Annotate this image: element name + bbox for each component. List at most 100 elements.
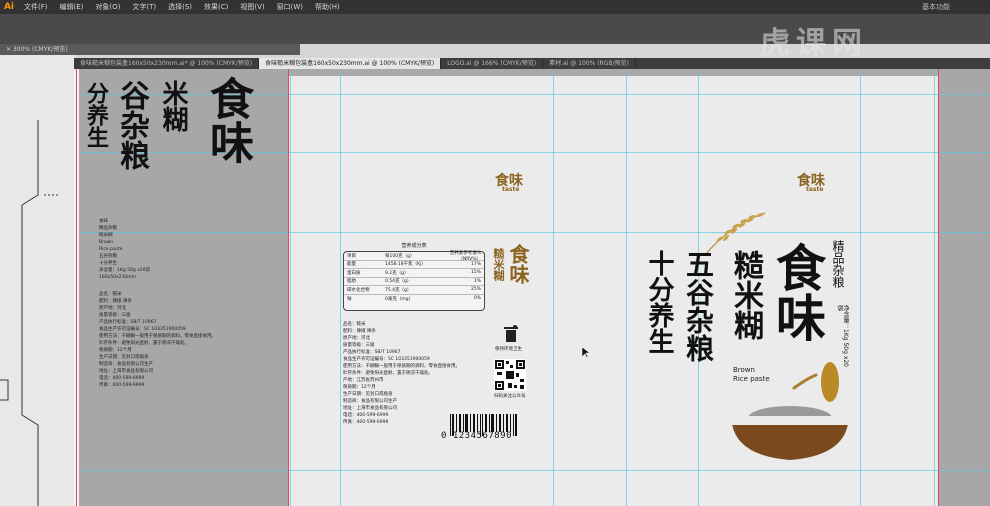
front-col-c: 糙米糊 bbox=[728, 250, 763, 340]
menu-view[interactable]: 视图(V) bbox=[234, 2, 270, 12]
guide bbox=[626, 69, 627, 506]
grey-info-line: 食味 bbox=[99, 219, 108, 224]
grey-info-line: 原产地：河北 bbox=[99, 306, 126, 311]
table-row: 蛋白质 9.2克（g） 15% bbox=[344, 269, 484, 278]
pasteboard-right bbox=[940, 69, 990, 506]
menu-edit[interactable]: 编辑(E) bbox=[54, 2, 90, 12]
document-tabs: 食味糙米糊包装盒160x50x230mm.ai* @ 100% (CMYK/预览… bbox=[74, 58, 990, 69]
trash-icon bbox=[504, 325, 518, 342]
info-line: 品名：糙米 bbox=[343, 322, 366, 327]
grey-info-line: 160x50x230mm bbox=[99, 275, 136, 280]
qr-code bbox=[494, 359, 526, 391]
info-line: 食品生产许可证编号：SC 103351900059 bbox=[343, 357, 430, 362]
menu-bar: Ai 文件(F) 编辑(E) 对象(O) 文字(T) 选择(S) 效果(C) 视… bbox=[0, 0, 990, 14]
tab-doc-2[interactable]: 食味糙米糊包装盒160x50x230mm.ai @ 100% (CMYK/预览) bbox=[259, 58, 442, 69]
guide bbox=[860, 69, 861, 506]
table-row: 脂肪 0.54克（g） 1% bbox=[344, 278, 484, 286]
grey-info-block: 食味 精品杂粮 糙米糊 Brown Rice paste 五谷杂粮 十分养生 净… bbox=[99, 218, 216, 389]
menu-effect[interactable]: 效果(C) bbox=[198, 2, 234, 12]
product-info-block: 品名：糙米 配料：辣椒 辣条 原产地：河北 质量等级：三级 产品执行标准：SB/… bbox=[343, 321, 493, 426]
dieline-outline bbox=[0, 120, 60, 506]
info-line: 配料：辣椒 辣条 bbox=[343, 329, 376, 334]
menu-type[interactable]: 文字(T) bbox=[126, 2, 162, 12]
grey-info-line: 质量等级：三级 bbox=[99, 313, 131, 318]
mouse-cursor bbox=[582, 347, 590, 359]
grey-info-line: 五谷杂粮 bbox=[99, 254, 117, 259]
qr-label: 扫码关注公众号 bbox=[494, 394, 526, 399]
menu-file[interactable]: 文件(F) bbox=[18, 2, 54, 12]
grey-info-line: 精品杂粮 bbox=[99, 226, 117, 231]
info-line: 地址：上海市食品有限公司 bbox=[343, 406, 397, 411]
grey-info-line: Rice paste bbox=[99, 247, 123, 252]
menu-help[interactable]: 帮助(H) bbox=[309, 2, 346, 12]
front-col-b: 五谷杂粮 bbox=[682, 250, 715, 362]
guide bbox=[80, 232, 990, 233]
grey-info-line: Brown bbox=[99, 240, 114, 245]
tab-doc-1[interactable]: 食味糙米糊包装盒160x50x230mm.ai* @ 100% (CMYK/预览… bbox=[74, 58, 260, 69]
recycle-label: 保持环境卫生 bbox=[495, 347, 522, 352]
menu-object[interactable]: 对象(O) bbox=[89, 2, 126, 12]
grey-info-line: 使用方法：干糊糊一般用于保质期的调料，零食直接食用。 bbox=[99, 334, 216, 339]
grey-info-line: 传真：400-599-6999 bbox=[99, 383, 145, 388]
illustrator-window: Ai 文件(F) 编辑(E) 对象(O) 文字(T) 选择(S) 效果(C) 视… bbox=[0, 0, 990, 506]
bleed-line bbox=[288, 69, 289, 506]
grey-info-line: 净含量：1Kg 50g x20袋 bbox=[99, 268, 151, 273]
barcode-number: 0 1234567890 bbox=[441, 431, 513, 441]
nutrition-table: 项目 每100克（g） 营养素参考值%（NRV%） 能量 1458.18千焦（Kj） 1… bbox=[343, 251, 485, 311]
grey-info-line: 电话：400-599-6999 bbox=[99, 376, 145, 381]
menu-window[interactable]: 窗口(W) bbox=[271, 2, 309, 12]
info-line: 保质期：12个月 bbox=[343, 385, 376, 390]
guide bbox=[290, 69, 291, 506]
info-line: 原产地：河北 bbox=[343, 336, 370, 341]
grey-info-line: 保质期：12个月 bbox=[99, 348, 132, 353]
watermark: 虎课网 bbox=[760, 26, 868, 61]
grey-info-line: 产品执行标准：SB/T 10967 bbox=[99, 320, 157, 325]
rice-bowl-illustration bbox=[732, 362, 848, 460]
grey-text-col4: 食味 bbox=[202, 76, 253, 164]
nutrition-title: 营养成分表 bbox=[401, 243, 427, 249]
tab-logo[interactable]: LOGO.ai @ 166% (CMYK/预览) bbox=[441, 58, 544, 69]
front-col-d: 食味 bbox=[768, 242, 826, 342]
table-row: 钠 0毫克（mg） 0% bbox=[347, 296, 481, 302]
side-name-a: 糙米糊 bbox=[492, 248, 505, 281]
info-line: 质量等级：三级 bbox=[343, 343, 375, 348]
menu-select[interactable]: 选择(S) bbox=[162, 2, 198, 12]
grey-text-col3: 米糊 bbox=[158, 80, 188, 132]
bleed-line bbox=[938, 69, 939, 506]
guide bbox=[80, 470, 990, 471]
front-col-a: 十分养生 bbox=[644, 250, 674, 354]
side-name-b: 食味 bbox=[506, 244, 530, 284]
grey-info-line: 贮存条件：避免阳光直射，置于阴凉干燥处。 bbox=[99, 341, 189, 346]
background-document-canvas bbox=[0, 55, 76, 506]
grey-text-col2: 谷杂粮 bbox=[114, 80, 149, 170]
grey-info-line: 十分养生 bbox=[99, 261, 117, 266]
info-line: 产地：江苏省苏州市 bbox=[343, 378, 384, 383]
guide bbox=[934, 69, 935, 506]
grey-info-line: 配料：辣椒 辣条 bbox=[99, 299, 132, 304]
grey-info-line: 生产日期：见封口或瓶身 bbox=[99, 355, 149, 360]
grey-info-line: 品名：糙米 bbox=[99, 292, 122, 297]
grey-text-col1: 分养生 bbox=[83, 82, 108, 148]
info-line: 使用方法：干糊糊一般用于保质期的调料，零食直接食用。 bbox=[343, 364, 460, 369]
info-line: 生产日期：见封口或瓶身 bbox=[343, 392, 393, 397]
info-line: 贮存条件：避免阳光直射，置于阴凉干燥处。 bbox=[343, 371, 433, 376]
table-row: 能量 1458.18千焦（Kj） 17% bbox=[344, 261, 484, 269]
info-line: 产品执行标准：SB/T 10967 bbox=[343, 350, 401, 355]
bleed-line bbox=[76, 69, 77, 506]
grey-info-line: 糙米糊 bbox=[99, 233, 113, 238]
grey-info-line: 地址：上海市食品有限公司 bbox=[99, 369, 153, 374]
tab-assets[interactable]: 素材.ai @ 100% (RGB/预览) bbox=[543, 58, 636, 69]
grey-info-line: 食品生产许可证编号：SC 103351900059 bbox=[99, 327, 186, 332]
guide bbox=[340, 69, 341, 506]
guide bbox=[553, 69, 554, 506]
tab-background-document[interactable]: ✕ 300% (CMYK/预览) bbox=[0, 44, 300, 55]
table-row: 碳水化合物 75.4克（g） 25% bbox=[344, 286, 484, 295]
info-line: 制造商：食品有限公司生产 bbox=[343, 399, 397, 404]
workspace-switcher[interactable]: 基本功能 bbox=[916, 2, 990, 12]
front-logo-sub: taste bbox=[806, 186, 824, 193]
grey-info-line: 制造商：食品有限公司生产 bbox=[99, 362, 153, 367]
front-side-vertical: 精品杂粮 bbox=[831, 240, 845, 288]
side-logo-sub: taste bbox=[502, 186, 520, 193]
table-row: 项目 每100克（g） 营养素参考值%（NRV%） bbox=[344, 251, 484, 262]
app-logo: Ai bbox=[3, 2, 15, 12]
